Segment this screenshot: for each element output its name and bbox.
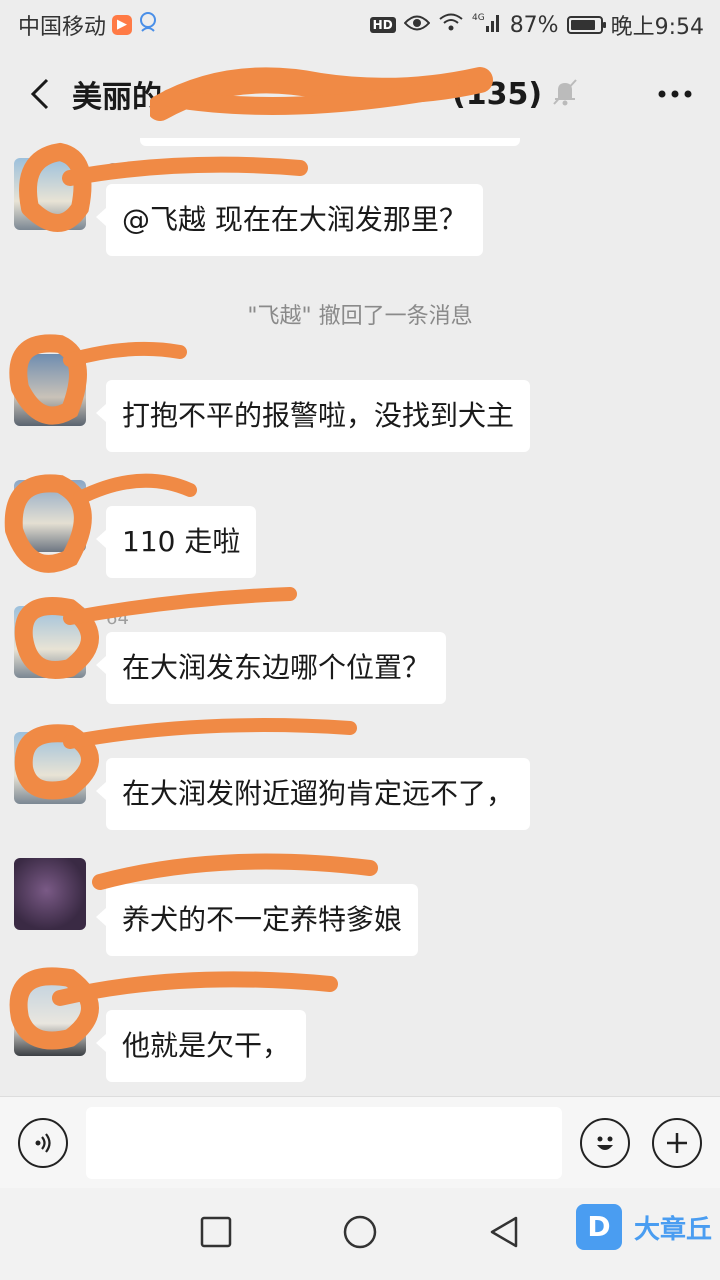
status-bar: 中国移动 ▶ HD 4G 87% 晚上9:54	[0, 0, 720, 50]
message-body: 养犬的不一定养特爹娘	[95, 858, 419, 956]
sender-name	[106, 354, 530, 380]
plus-icon[interactable]	[652, 1117, 702, 1168]
avatar[interactable]	[14, 858, 86, 930]
more-dots-icon[interactable]	[650, 74, 700, 114]
sender-name: 64#	[106, 160, 144, 181]
avatar[interactable]	[14, 984, 86, 1056]
emoji-icon[interactable]	[580, 1117, 630, 1168]
message-body: 110 走啦	[95, 480, 257, 578]
voice-icon[interactable]	[18, 1117, 68, 1168]
message-input[interactable]	[86, 1106, 562, 1179]
video-app-icon: ▶	[112, 15, 133, 35]
message-body: 64# @飞越 现在在大润发那里？	[96, 158, 483, 256]
message-bubble[interactable]: 打抱不平的报警啦，没找到犬主	[95, 380, 531, 452]
clock: 晚上9:54	[610, 15, 704, 40]
message-item: 养犬的不一定养特爹娘	[14, 858, 419, 956]
sender-name	[106, 480, 256, 506]
battery-icon	[566, 16, 606, 34]
watermark-text: 大章丘	[633, 1214, 712, 1245]
sender-name	[106, 858, 418, 884]
message-body: 在大润发附近遛狗肯定远不了，	[95, 732, 531, 830]
nav-circle-icon[interactable]	[342, 1214, 378, 1254]
message-bubble[interactable]: 110 走啦	[95, 506, 257, 578]
message-item: 64 在大润发东边哪个位置？	[14, 606, 447, 704]
chat-title: 美丽的	[72, 80, 162, 115]
recall-notice: "飞越" 撤回了一条消息	[247, 304, 473, 329]
signal-icon: 4G	[472, 11, 502, 39]
message-item: 在大润发附近遛狗肯定远不了，	[14, 732, 531, 830]
input-actions	[580, 1117, 702, 1168]
message-body: 打抱不平的报警啦，没找到犬主	[95, 354, 531, 452]
chat-header: 美丽的 (135)	[0, 50, 720, 138]
nav-square-icon[interactable]	[200, 1216, 232, 1252]
hd-icon: HD	[369, 17, 396, 33]
sender-name	[106, 732, 530, 758]
message-list[interactable]: 64# @飞越 现在在大润发那里？ "飞越" 撤回了一条消息 打抱不平的报警啦，…	[0, 138, 720, 1096]
message-item: 110 走啦	[14, 480, 257, 578]
avatar[interactable]	[14, 606, 86, 678]
status-right: HD 4G 87% 晚上9:54	[369, 9, 704, 41]
watermark-logo: D	[575, 1204, 622, 1250]
message-body: 他就是欠干，	[95, 984, 307, 1082]
message-item: 打抱不平的报警啦，没找到犬主	[14, 354, 531, 452]
avatar[interactable]	[14, 732, 86, 804]
message-body: 64 在大润发东边哪个位置？	[95, 606, 447, 704]
battery-percent: 87%	[509, 12, 559, 38]
message-bubble[interactable]: 他就是欠干，	[95, 1010, 307, 1082]
previous-bubble-edge	[140, 138, 520, 146]
nav-triangle-icon[interactable]	[488, 1215, 520, 1253]
status-left: 中国移动 ▶	[18, 9, 158, 41]
eye-icon	[403, 13, 431, 38]
wifi-icon	[438, 12, 464, 38]
assistant-icon	[138, 11, 158, 39]
watermark: D 大章丘	[575, 1204, 712, 1250]
message-bubble[interactable]: 养犬的不一定养特爹娘	[95, 884, 419, 956]
avatar[interactable]	[14, 158, 86, 230]
input-bar	[0, 1096, 720, 1188]
battery-fill	[570, 20, 595, 30]
message-item: 64# @飞越 现在在大润发那里？	[14, 158, 483, 256]
member-count: (135)	[452, 76, 543, 112]
mute-bell-icon	[552, 78, 578, 110]
svg-text:4G: 4G	[472, 13, 485, 23]
carrier-label: 中国移动	[18, 15, 107, 40]
message-bubble[interactable]: 在大润发附近遛狗肯定远不了，	[95, 758, 531, 830]
message-item: 他就是欠干，	[14, 984, 307, 1082]
message-bubble[interactable]: @飞越 现在在大润发那里？	[96, 184, 483, 256]
message-bubble[interactable]: 在大润发东边哪个位置？	[95, 632, 447, 704]
sender-name	[106, 984, 306, 1010]
back-arrow-icon[interactable]	[20, 74, 60, 114]
avatar[interactable]	[14, 480, 86, 552]
avatar[interactable]	[14, 354, 86, 426]
sender-name: 64	[106, 608, 129, 629]
